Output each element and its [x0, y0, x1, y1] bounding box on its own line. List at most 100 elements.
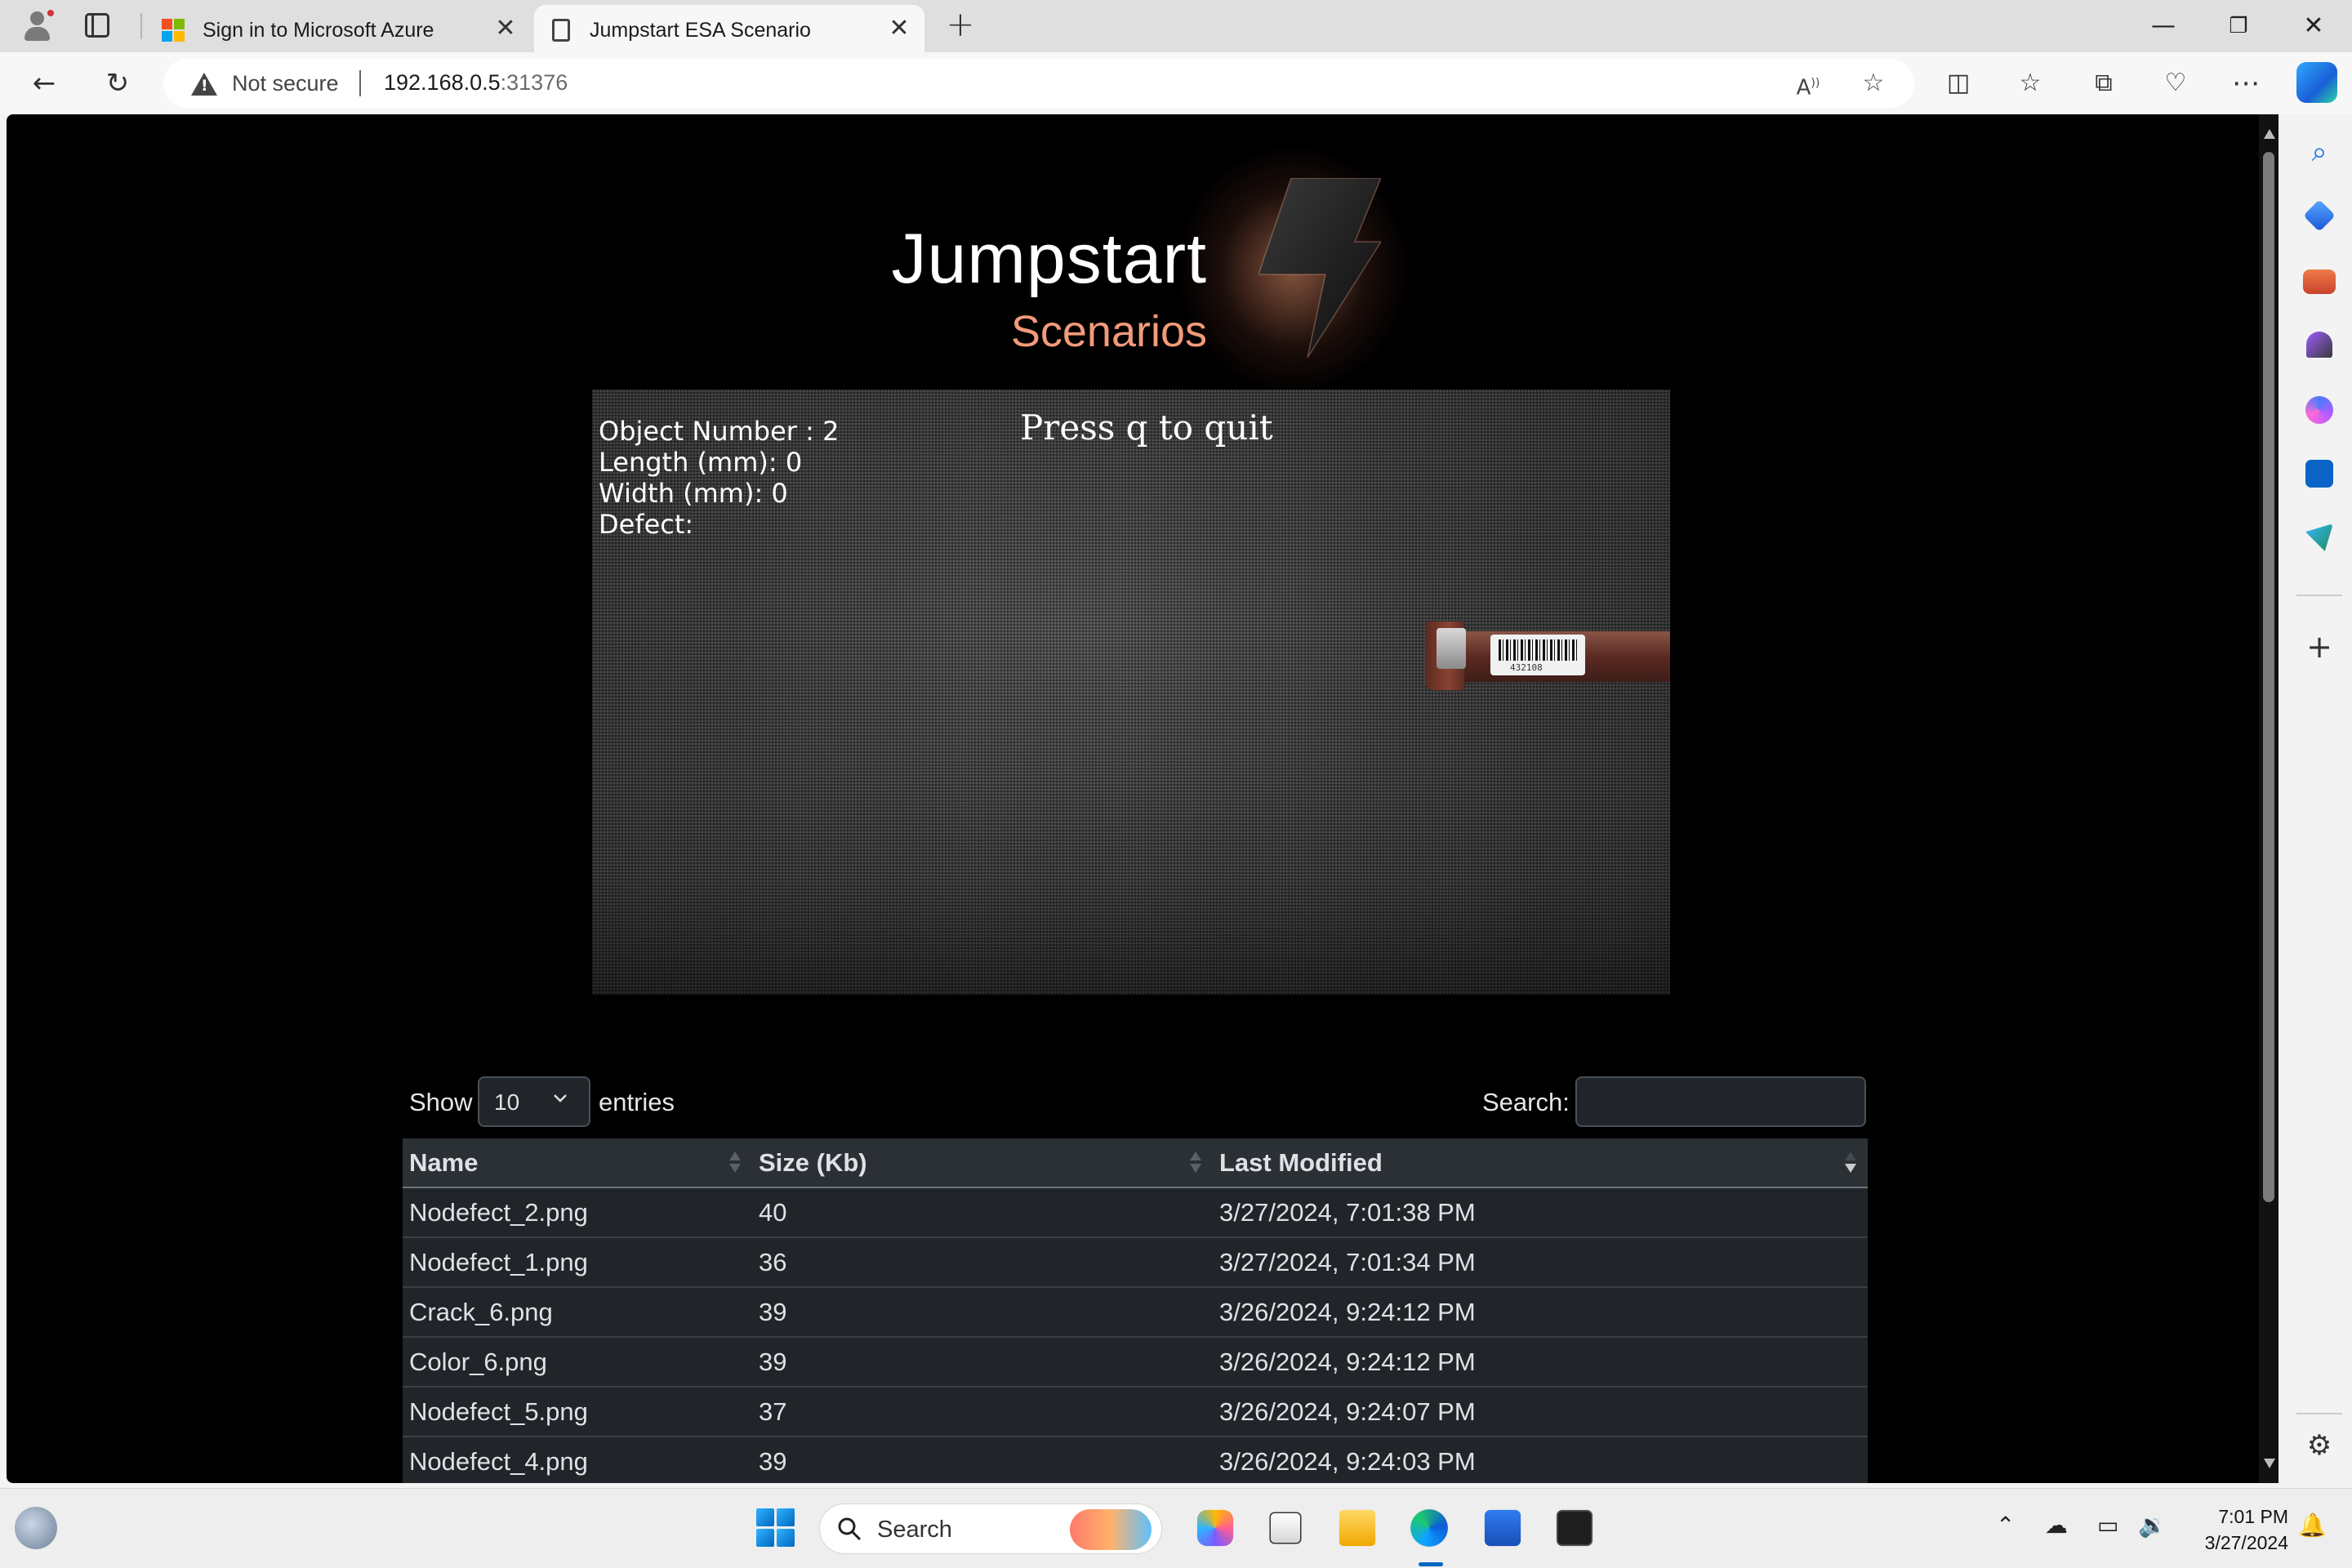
start-windows-icon[interactable]	[756, 1508, 795, 1547]
defect-text: Defect:	[599, 509, 694, 540]
close-tab-icon[interactable]: ✕	[492, 15, 519, 42]
table-row: Color_6.png 39 3/26/2024, 9:24:12 PM	[403, 1337, 1868, 1388]
jumpstart-logo: Jumpstart Scenarios	[884, 147, 1407, 408]
tab-azure-signin[interactable]: Sign in to Microsoft Azure ✕	[147, 5, 531, 52]
entries-value: 10	[494, 1089, 520, 1115]
collections-icon[interactable]: ⧉	[2086, 65, 2122, 101]
sort-icon	[729, 1152, 741, 1176]
cell-name: Nodefect_5.png	[403, 1387, 752, 1437]
microsoft-logo-icon	[162, 19, 185, 42]
cell-modified: 3/26/2024, 9:24:07 PM	[1213, 1387, 1868, 1437]
header-modified-label: Last Modified	[1219, 1147, 1383, 1177]
cell-name: Nodefect_4.png	[403, 1437, 752, 1483]
copilot-icon[interactable]	[2296, 62, 2337, 103]
page-icon	[552, 19, 570, 42]
scroll-up-arrow-icon[interactable]	[2264, 129, 2275, 139]
cell-size: 37	[752, 1387, 1213, 1437]
header-name[interactable]: Name	[403, 1138, 752, 1188]
browser-essentials-icon[interactable]: ♡	[2158, 65, 2194, 101]
width-text: Width (mm): 0	[599, 478, 788, 509]
minimize-button[interactable]: —	[2127, 3, 2200, 49]
add-sidebar-app-icon[interactable]: +	[2303, 630, 2336, 663]
system-clock[interactable]: 7:01 PM 3/27/2024	[2182, 1503, 2288, 1556]
cell-name: Nodefect_2.png	[403, 1187, 752, 1238]
outlook-icon[interactable]	[2305, 460, 2333, 488]
close-window-button[interactable]: ✕	[2277, 3, 2350, 49]
tab-strip: Sign in to Microsoft Azure ✕ Jumpstart E…	[0, 0, 2352, 52]
cell-size: 40	[752, 1187, 1213, 1238]
tab-separator	[140, 13, 142, 39]
favorite-star-icon[interactable]: ☆	[1859, 69, 1888, 98]
new-tab-button[interactable]: +	[944, 7, 977, 42]
onedrive-offline-icon[interactable]: ☁	[2045, 1512, 2068, 1539]
sort-desc-icon	[1845, 1152, 1856, 1176]
tab-actions-icon[interactable]	[85, 13, 109, 38]
page-viewport: Jumpstart Scenarios Object Number : 2 Le…	[7, 114, 2278, 1483]
clock-date: 3/27/2024	[2204, 1532, 2288, 1553]
search-highlight-icon	[1070, 1509, 1152, 1550]
object-info-overlay: Object Number : 2 Length (mm): 0 Width (…	[599, 416, 839, 540]
games-icon[interactable]	[2306, 332, 2332, 358]
header-last-modified[interactable]: Last Modified	[1213, 1138, 1868, 1188]
security-label[interactable]: Not secure	[232, 71, 339, 96]
refresh-icon[interactable]: ↻	[100, 65, 136, 101]
task-view-icon[interactable]	[1269, 1512, 1302, 1544]
url-text[interactable]: 192.168.0.5:31376	[384, 70, 568, 96]
close-tab-icon[interactable]: ✕	[885, 15, 913, 42]
cell-modified: 3/26/2024, 9:24:12 PM	[1213, 1337, 1868, 1388]
table-search-input[interactable]	[1575, 1076, 1866, 1127]
files-table: Name Size (Kb) Last Modified Nodefect_2.…	[403, 1138, 1868, 1483]
tube-label-text: 432108	[1510, 662, 1543, 673]
logo-subtitle: Scenarios	[1010, 307, 1207, 356]
favorites-list-icon[interactable]: ☆	[2012, 65, 2048, 101]
address-bar[interactable]: Not secure 192.168.0.5:31376 A)) ☆	[163, 59, 1914, 108]
more-options-icon[interactable]: ⋯	[2228, 65, 2264, 101]
tab-jumpstart-esa[interactable]: Jumpstart ESA Scenario ✕	[534, 5, 924, 52]
shopping-tag-icon[interactable]	[2303, 199, 2336, 232]
page-scrollbar[interactable]	[2259, 114, 2278, 1483]
profile-avatar-icon[interactable]	[18, 7, 56, 44]
barcode-icon	[1499, 639, 1577, 661]
entries-label: entries	[599, 1088, 675, 1116]
drop-send-icon[interactable]	[2305, 523, 2333, 551]
terminal-icon[interactable]	[1556, 1509, 1593, 1547]
tools-briefcase-icon[interactable]	[2303, 270, 2336, 294]
table-row: Crack_6.png 39 3/26/2024, 9:24:12 PM	[403, 1287, 1868, 1338]
table-row: Nodefect_2.png 40 3/27/2024, 7:01:38 PM	[403, 1187, 1868, 1238]
tab-title: Jumpstart ESA Scenario	[590, 19, 811, 42]
entries-select[interactable]: 10	[478, 1076, 590, 1127]
edge-browser-icon[interactable]	[1410, 1509, 1448, 1547]
table-row: Nodefect_5.png 37 3/26/2024, 9:24:07 PM	[403, 1387, 1868, 1437]
microsoft-store-icon[interactable]	[1484, 1509, 1521, 1547]
header-size[interactable]: Size (Kb)	[752, 1138, 1213, 1188]
cell-size: 36	[752, 1237, 1213, 1288]
scroll-down-arrow-icon[interactable]	[2264, 1459, 2275, 1468]
table-row: Nodefect_4.png 39 3/26/2024, 9:24:03 PM	[403, 1437, 1868, 1483]
quit-hint: Press q to quit	[1020, 408, 1273, 448]
sort-icon	[1190, 1152, 1201, 1176]
network-icon[interactable]: ▭	[2097, 1512, 2118, 1539]
table-row: Nodefect_1.png 36 3/27/2024, 7:01:34 PM	[403, 1237, 1868, 1288]
cell-modified: 3/26/2024, 9:24:12 PM	[1213, 1287, 1868, 1338]
back-arrow-icon[interactable]: ←	[26, 65, 62, 101]
cell-size: 39	[752, 1287, 1213, 1338]
settings-gear-icon[interactable]: ⚙	[2303, 1429, 2336, 1462]
notification-bell-icon[interactable]: 🔔	[2298, 1512, 2327, 1539]
weather-widget-icon[interactable]	[15, 1507, 57, 1549]
lightning-bolt-icon	[1258, 178, 1381, 358]
split-screen-icon[interactable]: ◫	[1940, 65, 1976, 101]
tab-title: Sign in to Microsoft Azure	[203, 19, 434, 42]
microsoft-365-icon[interactable]	[2305, 396, 2333, 424]
search-icon[interactable]: ⌕	[2303, 136, 2336, 168]
scroll-thumb[interactable]	[2263, 152, 2274, 1202]
show-hidden-icons-chevron-up-icon[interactable]: ⌃	[1996, 1512, 2015, 1539]
copilot-preview-icon[interactable]	[1196, 1509, 1234, 1547]
warning-icon[interactable]	[191, 73, 217, 96]
volume-icon[interactable]: 🔉	[2138, 1512, 2167, 1539]
table-controls: Show 10 entries Search:	[403, 1076, 1868, 1129]
file-explorer-icon[interactable]	[1339, 1509, 1376, 1547]
active-app-indicator	[1419, 1562, 1443, 1566]
restore-button[interactable]: ❐	[2202, 3, 2275, 49]
read-aloud-icon[interactable]: A))	[1793, 69, 1823, 100]
taskbar-search[interactable]: Search	[819, 1503, 1162, 1554]
